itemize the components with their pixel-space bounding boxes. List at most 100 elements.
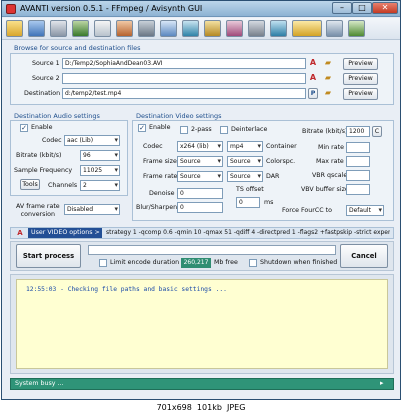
film-icon[interactable] <box>72 20 89 37</box>
video-codec-label: Codec <box>143 143 163 150</box>
twopass-checkbox[interactable] <box>180 126 188 134</box>
log-line: 12:55:03 - Checking file paths and basic… <box>26 286 227 293</box>
filter-icon[interactable] <box>248 20 265 37</box>
frame-rate-label: Frame rate <box>143 173 178 180</box>
video-codec-select[interactable]: x264 (lib) <box>177 141 223 152</box>
container-label: Container <box>266 143 297 150</box>
monitor-icon[interactable] <box>270 20 287 37</box>
status-bar <box>10 378 394 390</box>
status-scroll-arrow-icon[interactable]: ▸ <box>380 379 384 387</box>
video-heading: Destination Video settings <box>136 112 222 120</box>
blur-sharpen-label: Blur/Sharpen <box>136 204 178 211</box>
audio-codec-label: Codec <box>42 137 62 144</box>
tools-button[interactable]: Tools <box>20 179 40 190</box>
user-options-value[interactable]: strategy 1 -qcomp 0.6 -qmin 10 -qmax 51 … <box>106 229 390 236</box>
vbr-qscale-label: VBR qscale <box>312 172 348 179</box>
font-a-icon[interactable]: A <box>308 73 318 83</box>
limit-encode-checkbox[interactable] <box>99 259 107 267</box>
film-strip-icon[interactable] <box>204 20 221 37</box>
window-title: AVANTI version 0.5.1 - FFmpeg / Avisynth… <box>20 4 203 13</box>
folder-icon[interactable]: ▰ <box>323 58 333 68</box>
minimize-button[interactable]: – <box>332 2 352 14</box>
source2-label: Source 2 <box>32 75 60 82</box>
wrench-icon[interactable] <box>50 20 67 37</box>
image-icon[interactable] <box>182 20 199 37</box>
video-bitrate-label: Bitrate (kbit/s) <box>302 128 348 135</box>
folder-icon[interactable]: ▰ <box>323 73 333 83</box>
source1-field[interactable]: D:/Temp2/SophiaAndDean03.AVI <box>62 58 306 69</box>
tools-icon[interactable] <box>116 20 133 37</box>
min-rate-label: Min rate <box>318 144 344 151</box>
source1-label: Source 1 <box>32 60 60 67</box>
colorspace-label: Colorspc. <box>266 158 296 165</box>
denoise-field[interactable]: 0 <box>177 188 223 199</box>
deinterlace-checkbox[interactable] <box>220 126 228 134</box>
dar-label: DAR <box>266 173 280 180</box>
audio-codec-select[interactable]: aac (Lib) <box>64 135 120 146</box>
list-icon[interactable] <box>94 20 111 37</box>
audio-icon[interactable] <box>348 20 365 37</box>
av-frame-rate-label: AV frame rate conversion <box>16 203 60 219</box>
audio-bitrate-select[interactable]: 96 <box>80 150 120 161</box>
colorspace-select[interactable]: Source <box>227 156 263 167</box>
audio-enable-label: Enable <box>31 124 53 131</box>
ms-label: ms <box>264 199 274 206</box>
destination-field[interactable]: d:/temp2/test.mp4 <box>62 88 306 99</box>
user-video-options-button[interactable]: User VIDEO options > <box>28 228 102 238</box>
close-button[interactable]: ✕ <box>372 2 398 14</box>
av-frame-rate-label-text: AV frame rate conversion <box>16 203 60 218</box>
folder-icon[interactable]: ▰ <box>323 88 333 98</box>
frame-size-select[interactable]: Source <box>177 156 223 167</box>
vbv-buffer-field[interactable] <box>346 184 370 195</box>
app-window: AVANTI version 0.5.1 - FFmpeg / Avisynth… <box>1 0 401 400</box>
maximize-button[interactable]: □ <box>352 2 372 14</box>
vbv-buffer-label: VBV buffer size <box>301 186 349 193</box>
audio-enable-checkbox[interactable]: ✓ <box>20 124 28 132</box>
info-icon[interactable] <box>226 20 243 37</box>
sample-frequency-select[interactable]: 11025 <box>80 165 120 176</box>
channels-select[interactable]: 2 <box>80 180 120 191</box>
edit-icon[interactable] <box>326 20 343 37</box>
force-fourcc-select[interactable]: Default <box>346 205 384 216</box>
sample-frequency-label: Sample Frequency <box>14 167 73 174</box>
settings-icon[interactable] <box>28 20 45 37</box>
dar-select[interactable]: Source <box>227 171 263 182</box>
grid-icon[interactable] <box>160 20 177 37</box>
keyboard-icon[interactable] <box>138 20 155 37</box>
container-select[interactable]: mp4 <box>227 141 263 152</box>
video-bitrate-c-button[interactable]: C <box>372 126 382 137</box>
limit-encode-label: Limit encode duration <box>110 259 180 266</box>
denoise-label: Denoise <box>149 190 175 197</box>
shutdown-label: Shutdown when finished <box>260 259 338 266</box>
ts-offset-label: TS offset <box>236 186 264 193</box>
min-rate-field[interactable] <box>346 142 370 153</box>
user-options-a-icon[interactable]: A <box>15 228 25 238</box>
shutdown-checkbox[interactable] <box>249 259 257 267</box>
toolbar <box>2 18 400 40</box>
video-bitrate-field[interactable]: 1200 <box>346 126 370 137</box>
start-process-button[interactable]: Start process <box>16 244 81 268</box>
font-a-icon[interactable]: A <box>308 58 318 68</box>
numbers-icon[interactable] <box>292 20 322 37</box>
mb-free-value: 260,217 <box>181 258 211 268</box>
open-folder-icon[interactable] <box>6 20 23 37</box>
twopass-label: 2-pass <box>191 126 212 133</box>
frame-rate-select[interactable]: Source <box>177 171 223 182</box>
preview3-button[interactable]: Preview <box>343 88 378 100</box>
force-fourcc-label: Force FourCC to <box>282 207 332 214</box>
max-rate-field[interactable] <box>346 156 370 167</box>
preview2-button[interactable]: Preview <box>343 73 378 85</box>
max-rate-label: Max rate <box>316 158 344 165</box>
video-enable-label: Enable <box>149 124 171 131</box>
blur-sharpen-field[interactable]: 0 <box>177 202 223 213</box>
title-bar: AVANTI version 0.5.1 - FFmpeg / Avisynth… <box>2 1 400 17</box>
ts-offset-field[interactable]: 0 <box>236 197 260 208</box>
cancel-button[interactable]: Cancel <box>340 244 388 268</box>
video-enable-checkbox[interactable]: ✓ <box>138 124 146 132</box>
av-frame-rate-select[interactable]: Disabled <box>64 204 120 215</box>
vbr-qscale-field[interactable] <box>346 170 370 181</box>
browse-heading: Browse for source and destination files <box>14 44 141 52</box>
p-button[interactable]: P <box>308 88 318 99</box>
preview1-button[interactable]: Preview <box>343 58 378 70</box>
source2-field[interactable] <box>62 73 306 84</box>
